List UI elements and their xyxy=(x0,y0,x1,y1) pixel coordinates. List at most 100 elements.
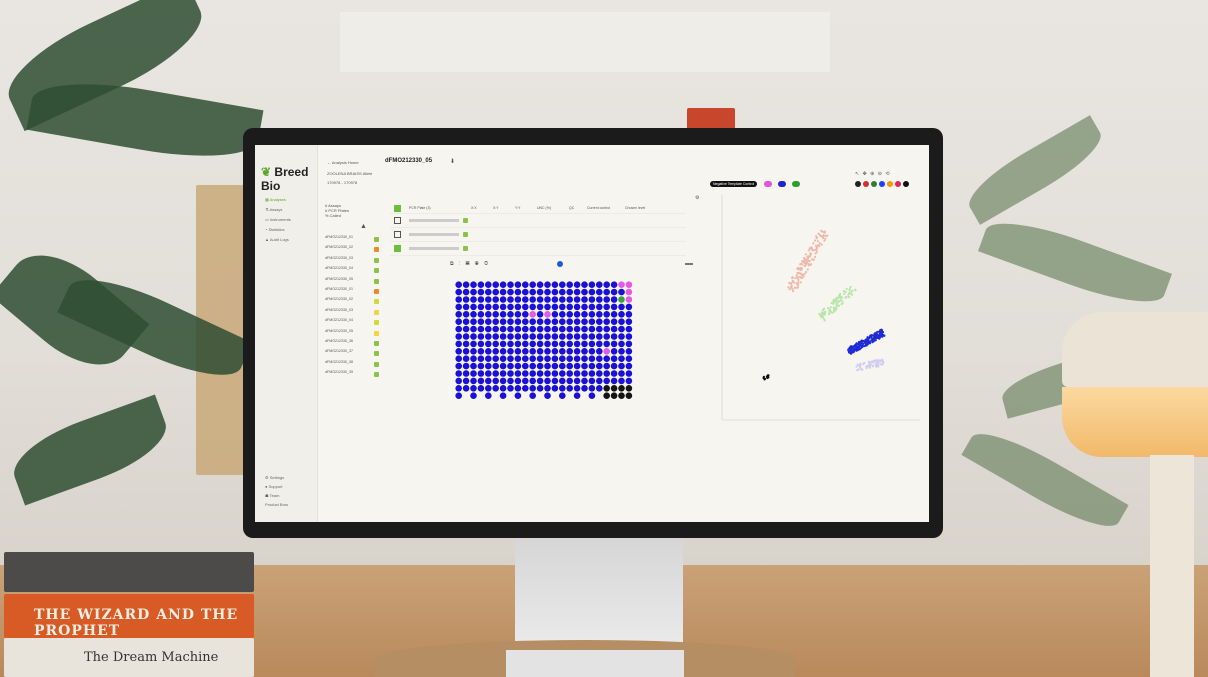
plate-well[interactable] xyxy=(462,303,470,311)
plate-well[interactable] xyxy=(618,392,625,399)
plate-well[interactable] xyxy=(544,333,551,340)
plate-well[interactable] xyxy=(477,281,485,288)
plate-well[interactable] xyxy=(529,296,536,303)
plate-well[interactable] xyxy=(610,377,618,385)
plate-well[interactable] xyxy=(455,288,462,296)
plate-well[interactable] xyxy=(581,311,588,318)
plate-well[interactable] xyxy=(529,340,536,348)
plate-well[interactable] xyxy=(544,340,551,348)
plate-well[interactable] xyxy=(618,281,625,288)
plate-well[interactable] xyxy=(485,333,492,340)
plate-well[interactable] xyxy=(485,377,492,385)
plate-well[interactable] xyxy=(470,325,477,333)
plate-well[interactable] xyxy=(507,377,514,385)
plate-well[interactable] xyxy=(529,325,536,333)
plate-well[interactable] xyxy=(603,288,610,296)
plate-well[interactable] xyxy=(603,370,610,377)
plate-well[interactable] xyxy=(625,355,633,362)
plate-well[interactable] xyxy=(477,385,485,392)
plate-list-item[interactable]: dFMO212330_03 xyxy=(325,256,383,266)
plate-well[interactable] xyxy=(625,325,633,333)
plate-well[interactable] xyxy=(559,355,566,362)
plate-well[interactable] xyxy=(618,385,625,392)
plate-well[interactable] xyxy=(514,303,522,311)
plate-well[interactable] xyxy=(559,385,566,392)
plate-list-item[interactable]: dFMO212330_05 xyxy=(325,329,383,339)
plate-well[interactable] xyxy=(610,303,618,311)
plate-well[interactable] xyxy=(470,296,477,303)
plate-well[interactable] xyxy=(618,333,625,340)
plate-well[interactable] xyxy=(588,325,596,333)
plate-well[interactable] xyxy=(551,281,559,288)
gear-icon[interactable]: ⚙ xyxy=(695,195,699,201)
plate-well[interactable] xyxy=(485,325,492,333)
plate-well[interactable] xyxy=(529,370,536,377)
plate-well[interactable] xyxy=(588,318,596,325)
plate-well[interactable] xyxy=(477,340,485,348)
plate-well[interactable] xyxy=(603,296,610,303)
plate-well[interactable] xyxy=(618,340,625,348)
plate-well[interactable] xyxy=(536,362,544,370)
plate-well[interactable] xyxy=(544,385,551,392)
row-checkbox[interactable] xyxy=(394,231,401,238)
plate-well[interactable] xyxy=(485,392,492,399)
sidebar-item-user[interactable]: Product Bros xyxy=(265,502,288,507)
plate-well[interactable] xyxy=(603,377,610,385)
plate-list-item[interactable]: dFMO212330_04 xyxy=(325,318,383,328)
plate-well[interactable] xyxy=(499,385,507,392)
plate-well[interactable] xyxy=(596,318,603,325)
plate-well[interactable] xyxy=(544,370,551,377)
plate-well[interactable] xyxy=(536,355,544,362)
plate-well[interactable] xyxy=(462,340,470,348)
plate-well[interactable] xyxy=(544,288,551,296)
plate-well[interactable] xyxy=(529,348,536,355)
plate-well[interactable] xyxy=(536,288,544,296)
plate-well[interactable] xyxy=(499,288,507,296)
plate-well[interactable] xyxy=(573,385,581,392)
plate-well[interactable] xyxy=(618,370,625,377)
plate-well[interactable] xyxy=(522,288,529,296)
plate-well[interactable] xyxy=(610,355,618,362)
plate-well[interactable] xyxy=(581,333,588,340)
plate-well[interactable] xyxy=(529,355,536,362)
plate-well[interactable] xyxy=(625,377,633,385)
plate-well[interactable] xyxy=(536,318,544,325)
plate-well[interactable] xyxy=(559,377,566,385)
plate-well[interactable] xyxy=(625,348,633,355)
plate-well[interactable] xyxy=(514,296,522,303)
plate-well[interactable] xyxy=(470,362,477,370)
plate-list-item[interactable]: dFMO212330_05 xyxy=(325,277,383,287)
plate-well[interactable] xyxy=(492,318,499,325)
plate-well[interactable] xyxy=(544,355,551,362)
plate-well[interactable] xyxy=(596,340,603,348)
plate-well[interactable] xyxy=(581,288,588,296)
plate-well[interactable] xyxy=(596,325,603,333)
plate-well[interactable] xyxy=(625,296,633,303)
back-link[interactable]: ← Analysis Home xyxy=(327,160,359,165)
plate-well[interactable] xyxy=(573,281,581,288)
plate-well[interactable] xyxy=(522,348,529,355)
sidebar-item-analyses[interactable]: ▦ Analyses xyxy=(265,197,286,202)
plate-well[interactable] xyxy=(610,296,618,303)
plate-well[interactable] xyxy=(536,333,544,340)
plate-well[interactable] xyxy=(455,311,462,318)
plate-well[interactable] xyxy=(455,333,462,340)
plate-well[interactable] xyxy=(536,340,544,348)
plate-well[interactable] xyxy=(581,318,588,325)
plate-well[interactable] xyxy=(559,362,566,370)
plate-well[interactable] xyxy=(470,385,477,392)
plate-well[interactable] xyxy=(492,296,499,303)
plate-well[interactable] xyxy=(581,296,588,303)
plate-well[interactable] xyxy=(596,355,603,362)
sidebar-item-assays[interactable]: ⚗ Assays xyxy=(265,207,282,212)
plate-well[interactable] xyxy=(462,355,470,362)
plate-well[interactable] xyxy=(551,303,559,311)
plate-well[interactable] xyxy=(499,311,507,318)
plate-well[interactable] xyxy=(499,340,507,348)
plate-well[interactable] xyxy=(581,348,588,355)
plate-well[interactable] xyxy=(588,288,596,296)
plate-well[interactable] xyxy=(596,303,603,311)
plate-well[interactable] xyxy=(573,348,581,355)
plate-well[interactable] xyxy=(618,325,625,333)
plate-well[interactable] xyxy=(588,355,596,362)
